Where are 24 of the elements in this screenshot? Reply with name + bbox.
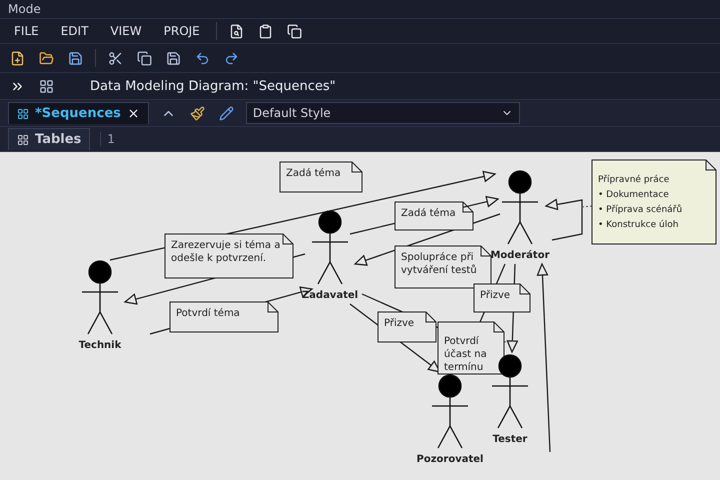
note-text: Spolupráce při vytváření testů bbox=[401, 252, 477, 276]
note-text: Přizve bbox=[480, 290, 510, 301]
diagram-tab[interactable]: *Sequences bbox=[8, 102, 149, 124]
menu-item[interactable]: EDIT bbox=[54, 22, 94, 40]
actor-name: Technik bbox=[78, 340, 122, 351]
note-text: Zarezervuje si téma a odešle k potvrzení. bbox=[171, 240, 280, 264]
note-text: Přizve bbox=[384, 318, 414, 329]
zoom-field[interactable]: 1 bbox=[100, 132, 121, 146]
menu-item[interactable]: VIEW bbox=[104, 22, 148, 40]
menu-item[interactable]: FILE bbox=[8, 22, 45, 40]
note-text: Potvrdí téma bbox=[176, 308, 240, 319]
actor-name: Moderátor bbox=[490, 250, 550, 261]
actor-name: Tester bbox=[492, 434, 528, 445]
note-text: Zadá téma bbox=[286, 168, 341, 179]
note-text: Potvrdí účast na termínu bbox=[444, 336, 487, 373]
document-title: Data Modeling Diagram: "Sequences" bbox=[89, 78, 336, 94]
window-title: Mode bbox=[8, 2, 41, 16]
style-dropdown[interactable]: Default Style bbox=[246, 102, 520, 124]
actor-name: Pozorovatel bbox=[416, 454, 484, 465]
note-text: Zadá téma bbox=[401, 208, 456, 219]
note-text: Přípravné práce • Dokumentace • Příprava scénářů • Konstrukce úloh bbox=[598, 175, 682, 230]
menu-item[interactable]: PROJE bbox=[158, 22, 206, 40]
panel-tab[interactable]: Tables bbox=[8, 128, 90, 150]
actor-name: Zadavatel bbox=[302, 290, 358, 301]
